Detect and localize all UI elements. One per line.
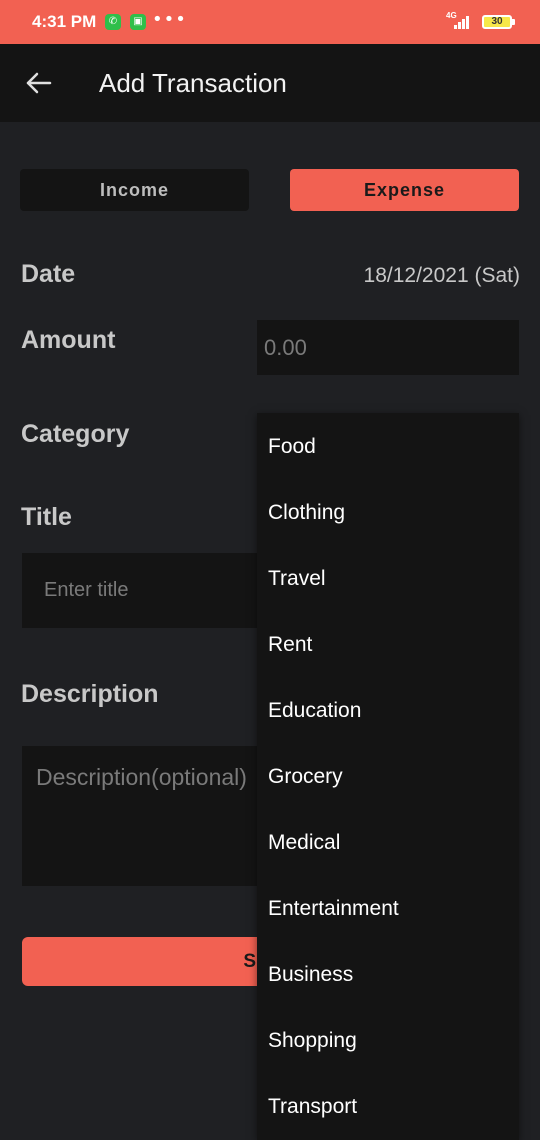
description-label: Description bbox=[21, 680, 159, 708]
category-option-education[interactable]: Education bbox=[268, 699, 361, 723]
category-label: Category bbox=[21, 420, 130, 448]
android-notification-icon: ▣ bbox=[130, 14, 146, 30]
category-option-medical[interactable]: Medical bbox=[268, 831, 340, 855]
category-option-transport[interactable]: Transport bbox=[268, 1095, 357, 1119]
more-notifications-icon: ••• bbox=[152, 9, 187, 30]
expense-tab[interactable]: Expense bbox=[290, 169, 519, 211]
battery-icon: 30 bbox=[482, 15, 512, 29]
category-option-entertainment[interactable]: Entertainment bbox=[268, 897, 399, 921]
title-label: Title bbox=[21, 503, 72, 531]
whatsapp-icon: ✆ bbox=[105, 14, 121, 30]
app-bar: Add Transaction bbox=[0, 44, 540, 122]
category-option-rent[interactable]: Rent bbox=[268, 633, 312, 657]
amount-input[interactable] bbox=[257, 320, 519, 375]
back-button[interactable] bbox=[20, 64, 58, 102]
category-option-grocery[interactable]: Grocery bbox=[268, 765, 343, 789]
status-bar: 4:31 PM ✆ ▣ ••• 4G 30 bbox=[0, 0, 540, 44]
date-picker[interactable]: 18/12/2021 (Sat) bbox=[364, 264, 520, 288]
arrow-left-icon bbox=[26, 72, 52, 94]
signal-icon: 4G bbox=[446, 11, 474, 30]
category-option-shopping[interactable]: Shopping bbox=[268, 1029, 357, 1053]
category-option-food[interactable]: Food bbox=[268, 435, 316, 459]
battery-level: 30 bbox=[491, 16, 503, 27]
date-label: Date bbox=[21, 260, 76, 288]
category-option-travel[interactable]: Travel bbox=[268, 567, 326, 591]
status-time: 4:31 PM bbox=[32, 12, 97, 31]
amount-label: Amount bbox=[21, 326, 116, 354]
income-tab[interactable]: Income bbox=[20, 169, 249, 211]
battery-cap bbox=[512, 19, 515, 25]
category-option-business[interactable]: Business bbox=[268, 963, 353, 987]
category-option-clothing[interactable]: Clothing bbox=[268, 501, 345, 525]
page-title: Add Transaction bbox=[99, 68, 287, 98]
category-dropdown: Food Clothing Travel Rent Education Groc… bbox=[257, 413, 519, 1140]
